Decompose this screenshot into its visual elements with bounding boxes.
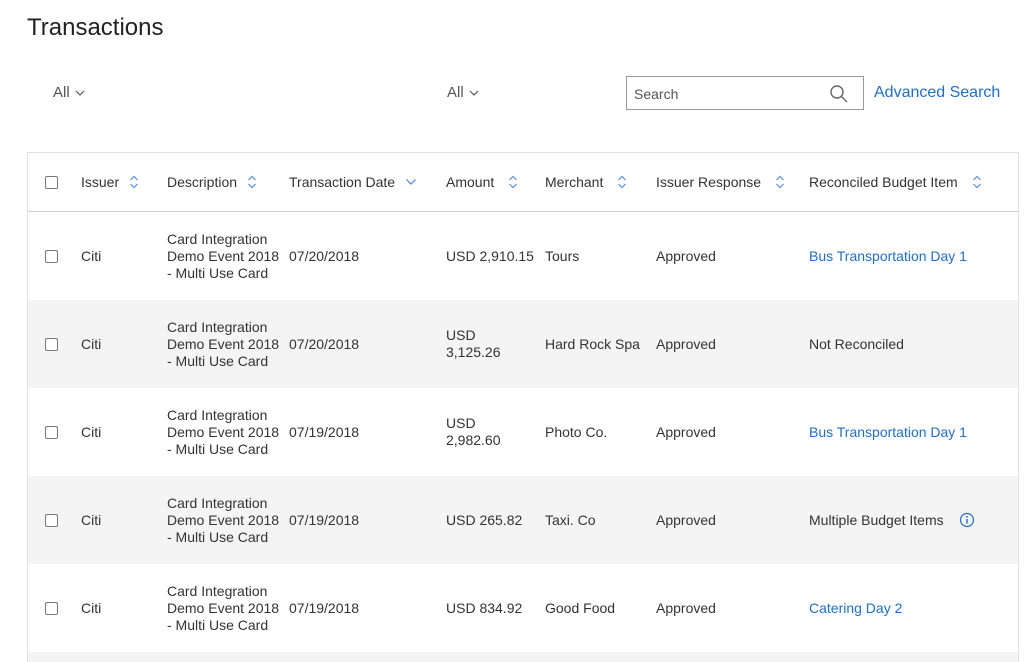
filter-dropdown-left[interactable]: All [53, 84, 86, 101]
issuer-response-cell: Approved [656, 248, 716, 264]
description-cell: Card Integration Demo Event 2018 - Multi… [167, 494, 280, 545]
merchant-cell: Tours [545, 248, 580, 264]
table-header: Issuer Description Transaction Date Amou… [28, 153, 1018, 212]
issuer-response-cell: Approved [656, 512, 716, 528]
column-header-description[interactable]: Description [167, 153, 257, 211]
issuer-response-cell: Approved [656, 336, 716, 352]
column-header-label: Amount [446, 174, 495, 190]
issuer-cell: Citi [81, 424, 102, 440]
row-checkbox-cell [45, 388, 58, 476]
reconciled-cell: Multiple Budget Items [809, 476, 975, 564]
filter-dropdown-middle[interactable]: All [447, 84, 480, 101]
page-title: Transactions [27, 14, 164, 41]
column-header-transaction-date[interactable]: Transaction Date [289, 153, 417, 211]
amount-cell: USD 265.82 [446, 512, 523, 528]
column-header-label: Description [167, 174, 238, 190]
row-checkbox[interactable] [45, 337, 58, 351]
date-cell: 07/19/2018 [289, 424, 360, 440]
issuer-cell: Citi [81, 248, 102, 264]
filter-middle-label: All [447, 84, 464, 101]
date-cell: 07/19/2018 [289, 600, 360, 616]
issuer-cell: Citi [81, 512, 102, 528]
filter-left-label: All [53, 84, 70, 101]
merchant-cell: Taxi. Co [545, 512, 596, 528]
date-cell: 07/20/2018 [289, 248, 360, 264]
sort-icon[interactable] [129, 175, 139, 189]
amount-cell: USD 2,982.60 [446, 415, 501, 448]
amount-cell: USD 834.92 [446, 600, 523, 616]
merchant-cell: Photo Co. [545, 424, 608, 440]
transactions-table: Issuer Description Transaction Date Amou… [27, 152, 1019, 662]
issuer-cell: Citi [81, 600, 102, 616]
amount-cell: USD 2,910.15 [446, 248, 534, 264]
advanced-search-link[interactable]: Advanced Search [874, 84, 1000, 102]
reconciled-budget-item-link[interactable]: Catering Day 2 [809, 564, 902, 652]
column-header-issuer-response[interactable]: Issuer Response [656, 153, 785, 211]
chevron-down-icon [75, 90, 85, 96]
description-cell: Card Integration Demo Event 2018 - Multi… [167, 318, 280, 369]
chevron-down-icon[interactable] [405, 177, 417, 187]
row-checkbox-cell [45, 212, 58, 300]
row-checkbox-cell [45, 564, 58, 652]
date-cell: 07/19/2018 [289, 512, 360, 528]
description-cell: Card Integration Demo Event 2018 - Multi… [167, 230, 280, 281]
date-cell: 07/20/2018 [289, 336, 360, 352]
description-cell: Card Integration Demo Event 2018 - Multi… [167, 406, 280, 457]
info-icon[interactable] [959, 512, 975, 528]
column-header-merchant[interactable]: Merchant [545, 153, 627, 211]
column-header-label: Issuer Response [656, 174, 762, 190]
column-header-label: Transaction Date [289, 174, 396, 190]
issuer-response-cell: Approved [656, 600, 716, 616]
reconciled-status-text: Not Reconciled [809, 336, 904, 352]
column-header-reconciled-budget-item[interactable]: Reconciled Budget Item [809, 153, 982, 211]
row-checkbox[interactable] [45, 249, 58, 263]
sort-icon[interactable] [247, 175, 257, 189]
column-header-issuer[interactable]: Issuer [81, 153, 139, 211]
row-checkbox[interactable] [45, 601, 58, 615]
search-box [626, 76, 864, 110]
sort-icon[interactable] [775, 175, 785, 189]
row-checkbox[interactable] [45, 425, 58, 439]
chevron-down-icon [469, 90, 479, 96]
table-row[interactable]: Citi Card Integration Demo Event 2018 - … [28, 476, 1018, 564]
amount-cell: USD 3,125.26 [446, 327, 501, 360]
column-header-label: Issuer [81, 174, 120, 190]
table-row[interactable]: Citi Card Integration Demo Event 2018 - … [28, 212, 1018, 300]
select-all-checkbox[interactable] [45, 175, 58, 189]
table-row[interactable]: Citi Card Integration Demo Event 2018 - … [28, 564, 1018, 652]
description-cell: Card Integration Demo Event 2018 - Multi… [167, 582, 280, 633]
search-input[interactable] [632, 83, 826, 105]
search-icon[interactable] [829, 84, 849, 104]
issuer-response-cell: Approved [656, 424, 716, 440]
issuer-cell: Citi [81, 336, 102, 352]
table-row[interactable]: Citi Card Integration Demo Event 2018 - … [28, 388, 1018, 476]
reconciled-status-text: Multiple Budget Items [809, 512, 944, 528]
table-row[interactable]: Citi Card Integration Demo Event 2018 - … [28, 300, 1018, 388]
sort-icon[interactable] [617, 175, 627, 189]
sort-icon[interactable] [972, 175, 982, 189]
table-row[interactable] [28, 652, 1018, 662]
reconciled-budget-item-link[interactable]: Bus Transportation Day 1 [809, 212, 967, 300]
row-checkbox[interactable] [45, 513, 58, 527]
row-checkbox-cell [45, 300, 58, 388]
select-all-cell [45, 153, 58, 211]
sort-icon[interactable] [508, 175, 518, 189]
reconciled-budget-item-link[interactable]: Bus Transportation Day 1 [809, 388, 967, 476]
merchant-cell: Hard Rock Spa [545, 336, 640, 352]
merchant-cell: Good Food [545, 600, 616, 616]
row-checkbox-cell [45, 476, 58, 564]
column-header-amount[interactable]: Amount [446, 153, 518, 211]
column-header-label: Reconciled Budget Item [809, 174, 958, 190]
column-header-label: Merchant [545, 174, 604, 190]
